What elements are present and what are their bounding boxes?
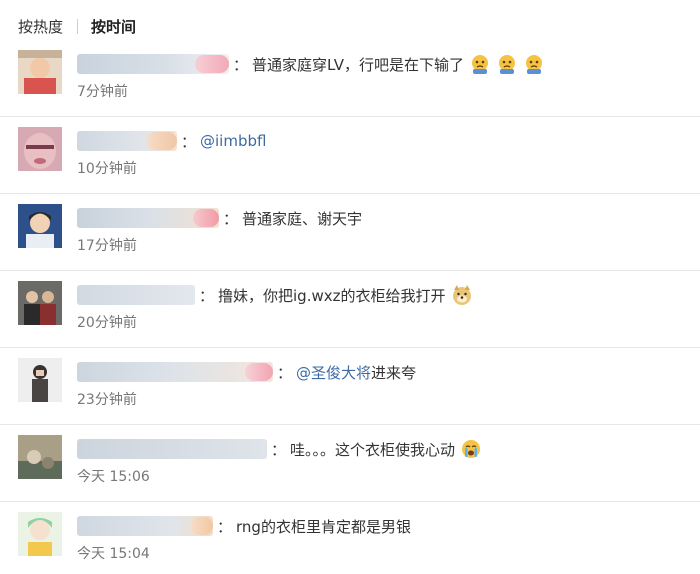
comment-text: 普通家庭、谢天宇 <box>242 209 363 228</box>
avatar[interactable] <box>18 50 62 94</box>
colon: ： <box>271 440 287 459</box>
colon: ： <box>181 132 197 151</box>
sad-cry-emoji <box>496 53 518 75</box>
mention-link[interactable]: @iimbbfl <box>200 132 266 150</box>
avatar[interactable] <box>18 358 62 402</box>
comment-time: 今天 15:04 <box>77 546 150 562</box>
colon: ： <box>233 55 249 74</box>
comment-item: ： @iimbbfl 10分钟前 <box>0 117 700 194</box>
colon: ： <box>277 363 293 382</box>
comment-time: 7分钟前 <box>77 84 128 100</box>
username-blurred[interactable] <box>77 516 213 536</box>
comment-item: ： 撸妹，你把ig.wxz的衣柜给我打开 20分钟前 <box>0 271 700 348</box>
tab-sort-by-time[interactable]: 按时间 <box>91 16 136 37</box>
colon: ： <box>199 286 215 305</box>
username-blurred[interactable] <box>77 54 229 74</box>
comment-text: 进来夸 <box>371 363 417 382</box>
username-blurred[interactable] <box>77 362 273 382</box>
username-blurred[interactable] <box>77 439 267 459</box>
colon: ： <box>223 209 239 228</box>
comment-time: 10分钟前 <box>77 161 137 177</box>
avatar[interactable] <box>18 127 62 171</box>
comment-text: 哇。。。这个衣柜使我心动 <box>290 440 456 459</box>
avatar[interactable] <box>18 435 62 479</box>
sort-tabs: 按热度 按时间 <box>18 14 136 38</box>
comment-time: 20分钟前 <box>77 315 137 331</box>
tab-sort-by-hot[interactable]: 按热度 <box>18 16 63 37</box>
username-blurred[interactable] <box>77 131 177 151</box>
comment-item: ： 普通家庭、谢天宇 17分钟前 <box>0 194 700 271</box>
doge-emoji <box>451 284 473 306</box>
crying-emoji <box>460 438 482 460</box>
avatar[interactable] <box>18 281 62 325</box>
comment-time: 17分钟前 <box>77 238 137 254</box>
comment-item: ： 哇。。。这个衣柜使我心动 今天 15:06 <box>0 425 700 502</box>
comment-item: ： rng的衣柜里肯定都是男银 今天 15:04 <box>0 502 700 574</box>
username-blurred[interactable] <box>77 285 195 305</box>
username-blurred[interactable] <box>77 208 219 228</box>
comment-time: 23分钟前 <box>77 392 137 408</box>
sad-cry-emoji <box>523 53 545 75</box>
comment-text: 撸妹，你把ig.wxz的衣柜给我打开 <box>218 286 446 305</box>
comment-text: 普通家庭穿LV，行吧是在下输了 <box>252 55 464 74</box>
avatar[interactable] <box>18 512 62 556</box>
comment-time: 今天 15:06 <box>77 469 150 485</box>
avatar[interactable] <box>18 204 62 248</box>
comment-item: ： @圣俊大将 进来夸 23分钟前 <box>0 348 700 425</box>
mention-link[interactable]: @圣俊大将 <box>296 362 371 383</box>
colon: ： <box>217 517 233 536</box>
comment-text: rng的衣柜里肯定都是男银 <box>236 517 411 536</box>
divider <box>77 18 79 34</box>
sad-cry-emoji <box>469 53 491 75</box>
comment-item: ： 普通家庭穿LV，行吧是在下输了 7分钟前 <box>0 40 700 117</box>
